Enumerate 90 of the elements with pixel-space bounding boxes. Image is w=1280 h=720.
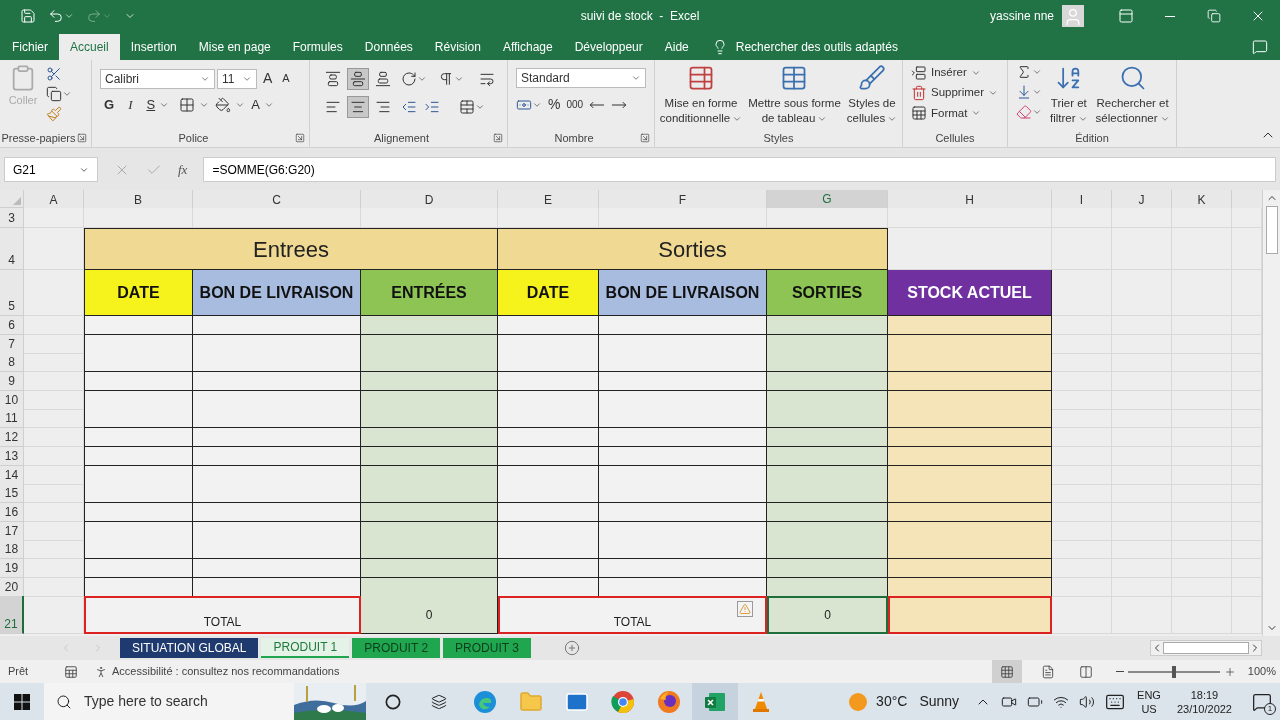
insert-function-button[interactable]: fx (178, 159, 188, 180)
row-header[interactable]: 21 (0, 596, 24, 635)
window-title: suivi de stock - Excel (580, 8, 700, 25)
group-label: Alignement (373, 130, 429, 146)
group-header: Sorties (498, 228, 888, 270)
ribbon-tab[interactable]: Insertion (119, 34, 188, 60)
language-indicator[interactable]: ENG US (1137, 687, 1161, 716)
formula-field[interactable]: =SOMME(G6:G20) (203, 157, 1276, 182)
ribbon-tab[interactable]: Révision (423, 34, 492, 60)
group-label: Cellules (935, 130, 975, 146)
row-header[interactable]: 4 (0, 228, 24, 270)
cells-button[interactable]: Insérer (911, 64, 1007, 82)
row-header[interactable]: 5 (0, 270, 24, 316)
font-size-dropdown[interactable]: 11 (217, 68, 257, 89)
row-header[interactable]: 6 (0, 316, 24, 335)
column-heading[interactable]: J (1112, 190, 1172, 208)
styles-button[interactable]: Styles de cellules (846, 64, 898, 129)
grow-font-button[interactable]: A (259, 68, 277, 89)
column-heading[interactable]: E (498, 190, 599, 208)
ribbon-tab[interactable]: Accueil (59, 34, 120, 60)
name-box[interactable]: G21 (4, 157, 98, 182)
notification-count: 1 (1264, 703, 1276, 715)
sheet-tab[interactable]: PRODUIT 1 (261, 638, 350, 658)
editing-button[interactable]: Trier et filtrer (1050, 64, 1088, 129)
bold-button[interactable]: G (100, 95, 119, 115)
weather: Sunny (919, 692, 960, 711)
row-header[interactable]: 8 (0, 353, 24, 373)
styles-button[interactable]: Mise en forme conditionnelle (659, 64, 743, 129)
editing-button[interactable]: Rechercher et sélectionner (1095, 64, 1170, 129)
temperature: 30°C (876, 692, 908, 711)
total-value-cell: 0 (767, 596, 888, 635)
group-label: Nombre (554, 130, 594, 146)
taskbar-search-field[interactable]: Type here to search (84, 691, 254, 712)
italic-button[interactable]: I (124, 95, 137, 115)
thousands-button[interactable]: 000 (566, 97, 584, 112)
column-header: BON DE LIVRAISON (193, 270, 361, 316)
clock[interactable]: 18:19 23/10/2022 (1176, 687, 1232, 716)
percent-button[interactable]: % (548, 94, 561, 115)
group-label: Édition (1075, 130, 1109, 146)
ribbon-tab[interactable]: Mise en page (187, 34, 282, 60)
column-heading[interactable]: D (361, 190, 498, 208)
ribbon-tab[interactable]: Données (353, 34, 424, 60)
row-header[interactable]: 11 (0, 409, 24, 429)
column-heading[interactable]: B (84, 190, 193, 208)
font-color-button[interactable]: A (251, 95, 274, 115)
column-heading[interactable]: I (1052, 190, 1112, 208)
ribbon-tab[interactable]: Affichage (491, 34, 564, 60)
cells-button[interactable]: Supprimer (911, 84, 1007, 102)
sheet-tab[interactable]: PRODUIT 2 (352, 638, 441, 658)
taskbar-search-bar[interactable]: Type here to search (44, 683, 366, 720)
sheet-tab[interactable]: PRODUIT 3 (443, 638, 531, 658)
ribbon-tab[interactable]: Formules (281, 34, 354, 60)
column-header: BON DE LIVRAISON (599, 270, 767, 316)
column-header: DATE (84, 270, 193, 316)
sheet-tab[interactable]: SITUATION GLOBAL (120, 638, 259, 658)
group-label: Styles (763, 130, 794, 146)
group-label: Police (178, 130, 209, 146)
column-heading[interactable]: H (888, 190, 1052, 208)
zoom-level[interactable]: 100% (1247, 663, 1276, 680)
ribbon-tab[interactable]: Fichier (1, 34, 59, 60)
notifications-button[interactable]: 1 (1244, 683, 1280, 720)
status-text: Prêt (7, 664, 30, 680)
column-header: ENTRÉES (361, 270, 498, 316)
row-header[interactable]: 18 (0, 540, 24, 560)
column-header: DATE (498, 270, 599, 316)
user-name: yassine nne (989, 8, 1054, 25)
row-header[interactable]: 3 (0, 208, 24, 228)
total-value-cell: 0 (361, 596, 498, 635)
shrink-font-button[interactable]: A (278, 70, 294, 87)
font-name-dropdown[interactable]: Calibri (100, 68, 215, 89)
row-header[interactable]: 12 (0, 428, 24, 448)
column-header: STOCK ACTUEL (888, 270, 1052, 316)
row-header[interactable]: 15 (0, 484, 24, 504)
column-heading[interactable]: C (193, 190, 361, 208)
accessibility-status[interactable]: Accessibilité : consultez nos recommandations (112, 663, 340, 680)
column-heading[interactable]: K (1172, 190, 1232, 208)
total-label-cell: TOTAL (498, 596, 767, 635)
number-format-dropdown[interactable]: Standard (516, 68, 646, 88)
underline-button[interactable]: S (142, 95, 174, 115)
column-header: SORTIES (767, 270, 888, 316)
group-label: Presse-papiers (1, 130, 76, 146)
group-header: Entrees (84, 228, 498, 270)
column-heading[interactable]: G (767, 190, 888, 208)
styles-button[interactable]: Mettre sous forme de tableau (748, 64, 841, 129)
row-header[interactable]: 9 (0, 372, 24, 392)
ribbon-tab[interactable]: Développeur (563, 34, 654, 60)
cells-button[interactable]: Format (911, 104, 1007, 122)
tell-me-field[interactable]: Rechercher des outils adaptés (735, 38, 898, 56)
total-label-cell: TOTAL (84, 596, 361, 635)
ribbon-tab[interactable]: Aide (653, 34, 700, 60)
